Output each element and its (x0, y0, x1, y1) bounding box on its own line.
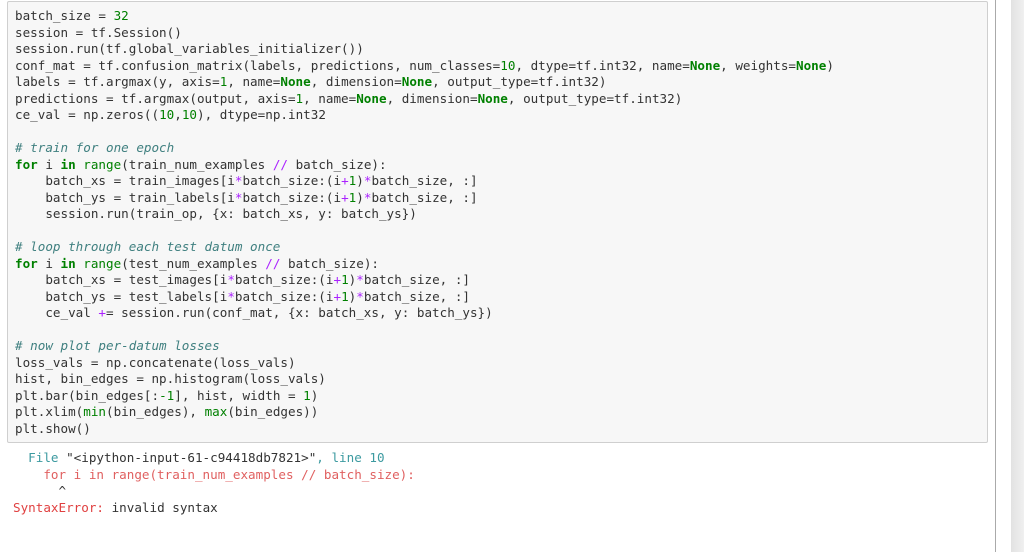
code-cell[interactable]: batch_size = 32 session = tf.Session() ses… (7, 1, 988, 443)
code-line: predictions = tf.argmax(output, axis=1, … (15, 90, 683, 106)
traceback-source-line: for i in range(train_num_examples // bat… (13, 466, 415, 482)
code-line: batch_xs = train_images[i*batch_size:(i+… (15, 173, 478, 188)
notebook-area: batch_size = 32 session = tf.Session() ses… (0, 0, 996, 552)
traceback-file-name: "<ipython-input-61-c94418db7821>" (66, 450, 317, 465)
code-line: # train for one epoch (15, 140, 175, 155)
cell-output: File "<ipython-input-61-c94418db7821>", … (13, 450, 415, 516)
code-line: session = tf.Session() (15, 24, 182, 40)
page-scrollbar[interactable] (1011, 0, 1024, 552)
error-line: SyntaxError: invalid syntax (13, 500, 218, 515)
traceback-caret: ^ (13, 483, 67, 498)
code-line: hist, bin_edges = np.histogram(loss_vals… (15, 371, 326, 386)
traceback-line-label: , line (316, 450, 370, 465)
code-editor[interactable]: batch_size = 32 session = tf.Session() ses… (15, 8, 834, 437)
error-separator: : (96, 499, 112, 515)
traceback-line-number: 10 (369, 450, 385, 465)
code-line: ce_val = np.zeros((10,10), dtype=np.int3… (15, 107, 326, 122)
code-line: # now plot per-datum losses (15, 338, 220, 353)
error-type: SyntaxError (13, 499, 97, 515)
code-line: batch_xs = test_images[i*batch_size:(i+1… (15, 272, 471, 287)
code-line: ​ (15, 322, 834, 339)
code-line: ce_val += session.run(conf_mat, {x: batc… (15, 305, 493, 320)
code-line: session.run(train_op, {x: batch_xs, y: b… (15, 206, 417, 221)
code-line: for i in range(train_num_examples // bat… (15, 156, 387, 172)
code-line: ​ (15, 124, 834, 141)
code-line: labels = tf.argmax(y, axis=1, name=None,… (15, 74, 607, 89)
code-line: plt.xlim(min(bin_edges), max(bin_edges)) (15, 404, 319, 419)
code-line: plt.bar(bin_edges[:-1], hist, width = 1) (15, 387, 319, 403)
code-line: batch_size = 32 (15, 8, 129, 23)
code-line: session.run(tf.global_variables_initiali… (15, 41, 364, 56)
traceback-file-line: File "<ipython-input-61-c94418db7821>", … (13, 450, 385, 465)
traceback-file-prefix: File (13, 450, 67, 465)
error-message: invalid syntax (111, 499, 218, 515)
code-line: ​ (15, 223, 834, 240)
code-line: plt.show() (15, 420, 91, 436)
code-line: # loop through each test datum once (15, 239, 281, 254)
code-line: conf_mat = tf.confusion_matrix(labels, p… (15, 57, 834, 73)
code-line: for i in range(test_num_examples // batc… (15, 255, 379, 271)
code-line: loss_vals = np.concatenate(loss_vals) (15, 354, 296, 370)
code-line: batch_ys = test_labels[i*batch_size:(i+1… (15, 288, 471, 304)
code-line: batch_ys = train_labels[i*batch_size:(i+… (15, 189, 478, 205)
